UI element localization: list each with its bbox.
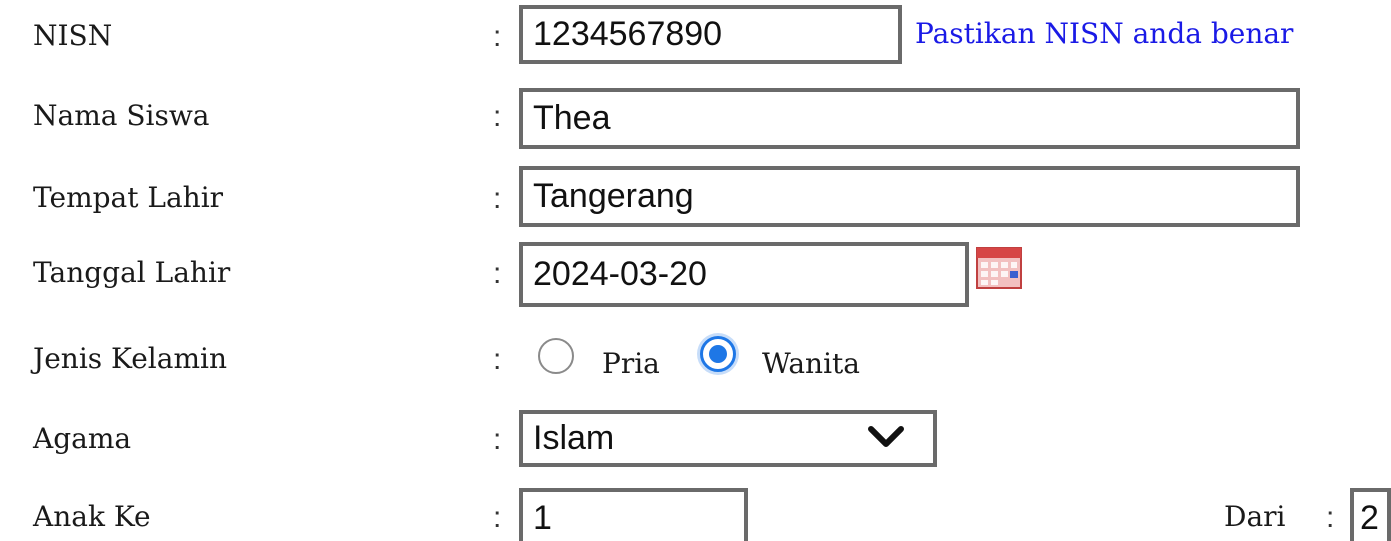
jenis-kelamin-colon: : [493, 343, 502, 376]
radio-pria-label: Pria [602, 347, 660, 380]
dari-colon: : [1326, 501, 1335, 534]
nisn-label: NISN [33, 19, 113, 52]
radio-wanita[interactable] [700, 336, 736, 372]
dari-label: Dari [1224, 500, 1286, 533]
anak-ke-input[interactable]: 1 [519, 488, 748, 541]
anak-ke-label: Anak Ke [33, 500, 151, 533]
radio-wanita-label: Wanita [762, 347, 860, 380]
dari-input[interactable]: 2 [1350, 488, 1391, 541]
tempat-lahir-label: Tempat Lahir [33, 181, 224, 214]
tanggal-lahir-colon: : [493, 257, 502, 290]
jenis-kelamin-label: Jenis Kelamin [33, 342, 227, 375]
nama-siswa-input[interactable]: Thea [519, 88, 1300, 149]
agama-label: Agama [33, 422, 132, 455]
nama-siswa-colon: : [493, 100, 502, 133]
nisn-colon: : [493, 20, 502, 53]
nisn-input[interactable]: 1234567890 [519, 5, 902, 64]
tanggal-lahir-input[interactable]: 2024-03-20 [519, 242, 969, 307]
chevron-down-icon[interactable] [868, 425, 904, 449]
nama-siswa-label: Nama Siswa [33, 99, 210, 132]
tempat-lahir-input[interactable]: Tangerang [519, 166, 1300, 227]
radio-pria[interactable] [538, 338, 574, 374]
tanggal-lahir-label: Tanggal Lahir [33, 256, 231, 289]
calendar-icon[interactable] [975, 246, 1023, 290]
anak-ke-colon: : [493, 501, 502, 534]
tempat-lahir-colon: : [493, 182, 502, 215]
agama-colon: : [493, 423, 502, 456]
nisn-hint: Pastikan NISN anda benar [915, 17, 1294, 50]
